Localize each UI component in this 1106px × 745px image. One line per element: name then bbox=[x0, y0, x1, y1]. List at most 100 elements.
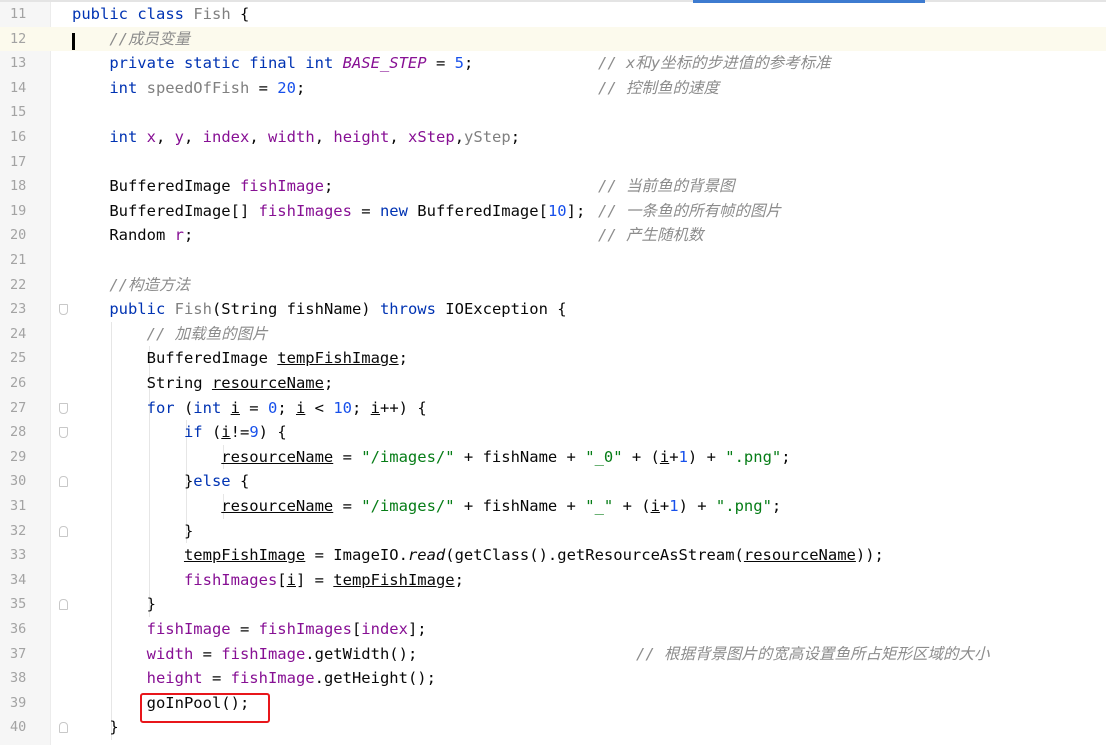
line-number[interactable]: 29 bbox=[10, 445, 40, 470]
code-line[interactable]: 15 bbox=[0, 100, 1106, 125]
code-line[interactable]: 24 // 加载鱼的图片 bbox=[0, 322, 1106, 347]
code-token: [ bbox=[351, 620, 362, 638]
code-line[interactable]: 19 BufferedImage[] fishImages = new Buffe… bbox=[0, 199, 1106, 224]
code-line[interactable]: 29 resourceName = "/images/" + fishName +… bbox=[0, 445, 1106, 470]
line-number[interactable]: 33 bbox=[10, 543, 40, 568]
fold-start-icon[interactable] bbox=[59, 402, 68, 414]
line-number[interactable]: 20 bbox=[10, 223, 40, 248]
line-number[interactable]: 14 bbox=[10, 76, 40, 101]
code-token: 0 bbox=[267, 398, 278, 417]
code-line[interactable]: 31 resourceName = "/images/" + fishName +… bbox=[0, 494, 1106, 519]
code-line[interactable]: 14 int speedOfFish = 20; // 控制鱼的速度 bbox=[0, 76, 1106, 101]
line-number[interactable]: 21 bbox=[10, 248, 40, 273]
code-token: // 加载鱼的图片 bbox=[146, 324, 268, 343]
fold-end-icon[interactable] bbox=[59, 476, 68, 488]
line-number[interactable]: 30 bbox=[10, 469, 40, 494]
code-token: else bbox=[193, 472, 231, 491]
code-token: public bbox=[109, 300, 175, 319]
code-line[interactable]: 18 BufferedImage fishImage; // 当前鱼的背景图 bbox=[0, 174, 1106, 199]
line-number[interactable]: 22 bbox=[10, 273, 40, 298]
code-token: width bbox=[146, 644, 194, 663]
code-text: int speedOfFish = 20; bbox=[109, 76, 305, 101]
line-number[interactable]: 27 bbox=[10, 396, 40, 421]
code-token: 1 bbox=[678, 447, 688, 466]
line-number[interactable]: 37 bbox=[10, 642, 40, 667]
code-token: fishImages bbox=[258, 620, 352, 638]
code-text: public class Fish { bbox=[72, 2, 249, 27]
code-token: ".png" bbox=[725, 447, 782, 466]
code-editor[interactable]: 11 public class Fish {12//成员变量 13 private s… bbox=[0, 0, 1106, 745]
code-token: ; bbox=[352, 398, 371, 417]
line-number[interactable]: 40 bbox=[10, 715, 40, 740]
fold-start-icon[interactable] bbox=[59, 427, 68, 439]
code-token: ; bbox=[454, 570, 464, 589]
code-line[interactable]: 38 height = fishImage.getHeight(); bbox=[0, 666, 1106, 691]
code-token: i bbox=[370, 398, 381, 417]
line-number[interactable]: 16 bbox=[10, 125, 40, 150]
code-line[interactable]: 26 String resourceName; bbox=[0, 371, 1106, 396]
fold-end-icon[interactable] bbox=[59, 525, 68, 537]
line-number[interactable]: 12 bbox=[10, 27, 40, 52]
line-number[interactable]: 39 bbox=[10, 691, 40, 716]
code-token: = bbox=[249, 78, 278, 97]
code-line[interactable]: 27 for (int i = 0; i < 10; i++) { bbox=[0, 396, 1106, 421]
code-token: Fish bbox=[193, 5, 231, 23]
line-number[interactable]: 18 bbox=[10, 174, 40, 199]
code-line[interactable]: 21 bbox=[0, 248, 1106, 273]
line-number[interactable]: 15 bbox=[10, 100, 40, 125]
code-text: fishImage = fishImages[index]; bbox=[147, 617, 427, 642]
code-line[interactable]: 22 //构造方法 bbox=[0, 273, 1106, 298]
line-number[interactable]: 26 bbox=[10, 371, 40, 396]
code-line[interactable]: 12 //成员变量 bbox=[0, 26, 1106, 52]
line-number[interactable]: 19 bbox=[10, 199, 40, 224]
line-number[interactable]: 24 bbox=[10, 322, 40, 347]
code-token: ; bbox=[398, 349, 408, 368]
code-token: { bbox=[230, 5, 250, 23]
line-number[interactable]: 36 bbox=[10, 617, 40, 642]
code-token: ; bbox=[323, 374, 334, 392]
code-line[interactable]: 20 Random r; // 产生随机数 bbox=[0, 223, 1106, 248]
code-line[interactable]: 23 public Fish(String fishName) throws IO… bbox=[0, 297, 1106, 322]
code-token: 10 bbox=[547, 201, 567, 220]
code-line[interactable]: 34 fishImages[i] = tempFishImage; bbox=[0, 568, 1106, 593]
fold-start-icon[interactable] bbox=[59, 304, 68, 316]
line-number[interactable]: 23 bbox=[10, 297, 40, 322]
line-number[interactable]: 35 bbox=[10, 592, 40, 617]
line-number[interactable]: 31 bbox=[10, 494, 40, 519]
code-line[interactable]: 28 if (i!=9) { bbox=[0, 420, 1106, 445]
line-number[interactable]: 17 bbox=[10, 150, 40, 175]
line-number[interactable]: 13 bbox=[10, 51, 40, 76]
code-token: } bbox=[146, 595, 156, 614]
code-line[interactable]: 36 fishImage = fishImages[index]; bbox=[0, 617, 1106, 642]
line-number[interactable]: 34 bbox=[10, 568, 40, 593]
code-line[interactable]: 33 tempFishImage = ImageIO.read(getClass(… bbox=[0, 543, 1106, 568]
code-line[interactable]: 35} bbox=[0, 592, 1106, 617]
code-line[interactable]: 30}else { bbox=[0, 469, 1106, 494]
line-number[interactable]: 38 bbox=[10, 666, 40, 691]
code-token: yStep bbox=[464, 128, 511, 146]
line-number[interactable]: 32 bbox=[10, 519, 40, 544]
code-token: i bbox=[221, 423, 231, 442]
line-number[interactable]: 25 bbox=[10, 346, 40, 371]
code-text: } bbox=[184, 519, 193, 544]
code-token: = bbox=[333, 497, 362, 515]
line-number[interactable]: 11 bbox=[10, 2, 40, 27]
code-token: i bbox=[650, 497, 660, 515]
code-token: i bbox=[230, 398, 240, 417]
code-token: "_0" bbox=[585, 447, 623, 466]
fold-end-icon[interactable] bbox=[59, 722, 68, 734]
code-token: = bbox=[426, 54, 455, 73]
code-token: , bbox=[155, 128, 175, 146]
code-token: resourceName bbox=[221, 497, 334, 515]
fold-end-icon[interactable] bbox=[59, 599, 68, 611]
code-line[interactable]: 17 bbox=[0, 150, 1106, 175]
code-token: + bbox=[659, 497, 670, 515]
code-line[interactable]: 37 width = fishImage.getWidth(); // 根据背景图片… bbox=[0, 642, 1106, 667]
code-line[interactable]: 25 BufferedImage tempFishImage; bbox=[0, 346, 1106, 371]
code-line[interactable]: 32} bbox=[0, 519, 1106, 544]
code-line[interactable]: 13 private static final int BASE_STEP = 5… bbox=[0, 51, 1106, 76]
code-token: ] = bbox=[295, 570, 334, 589]
code-line[interactable]: 16 int x, y, index, width, height, xStep,… bbox=[0, 125, 1106, 150]
code-line[interactable]: 11 public class Fish { bbox=[0, 2, 1106, 27]
line-number[interactable]: 28 bbox=[10, 420, 40, 445]
